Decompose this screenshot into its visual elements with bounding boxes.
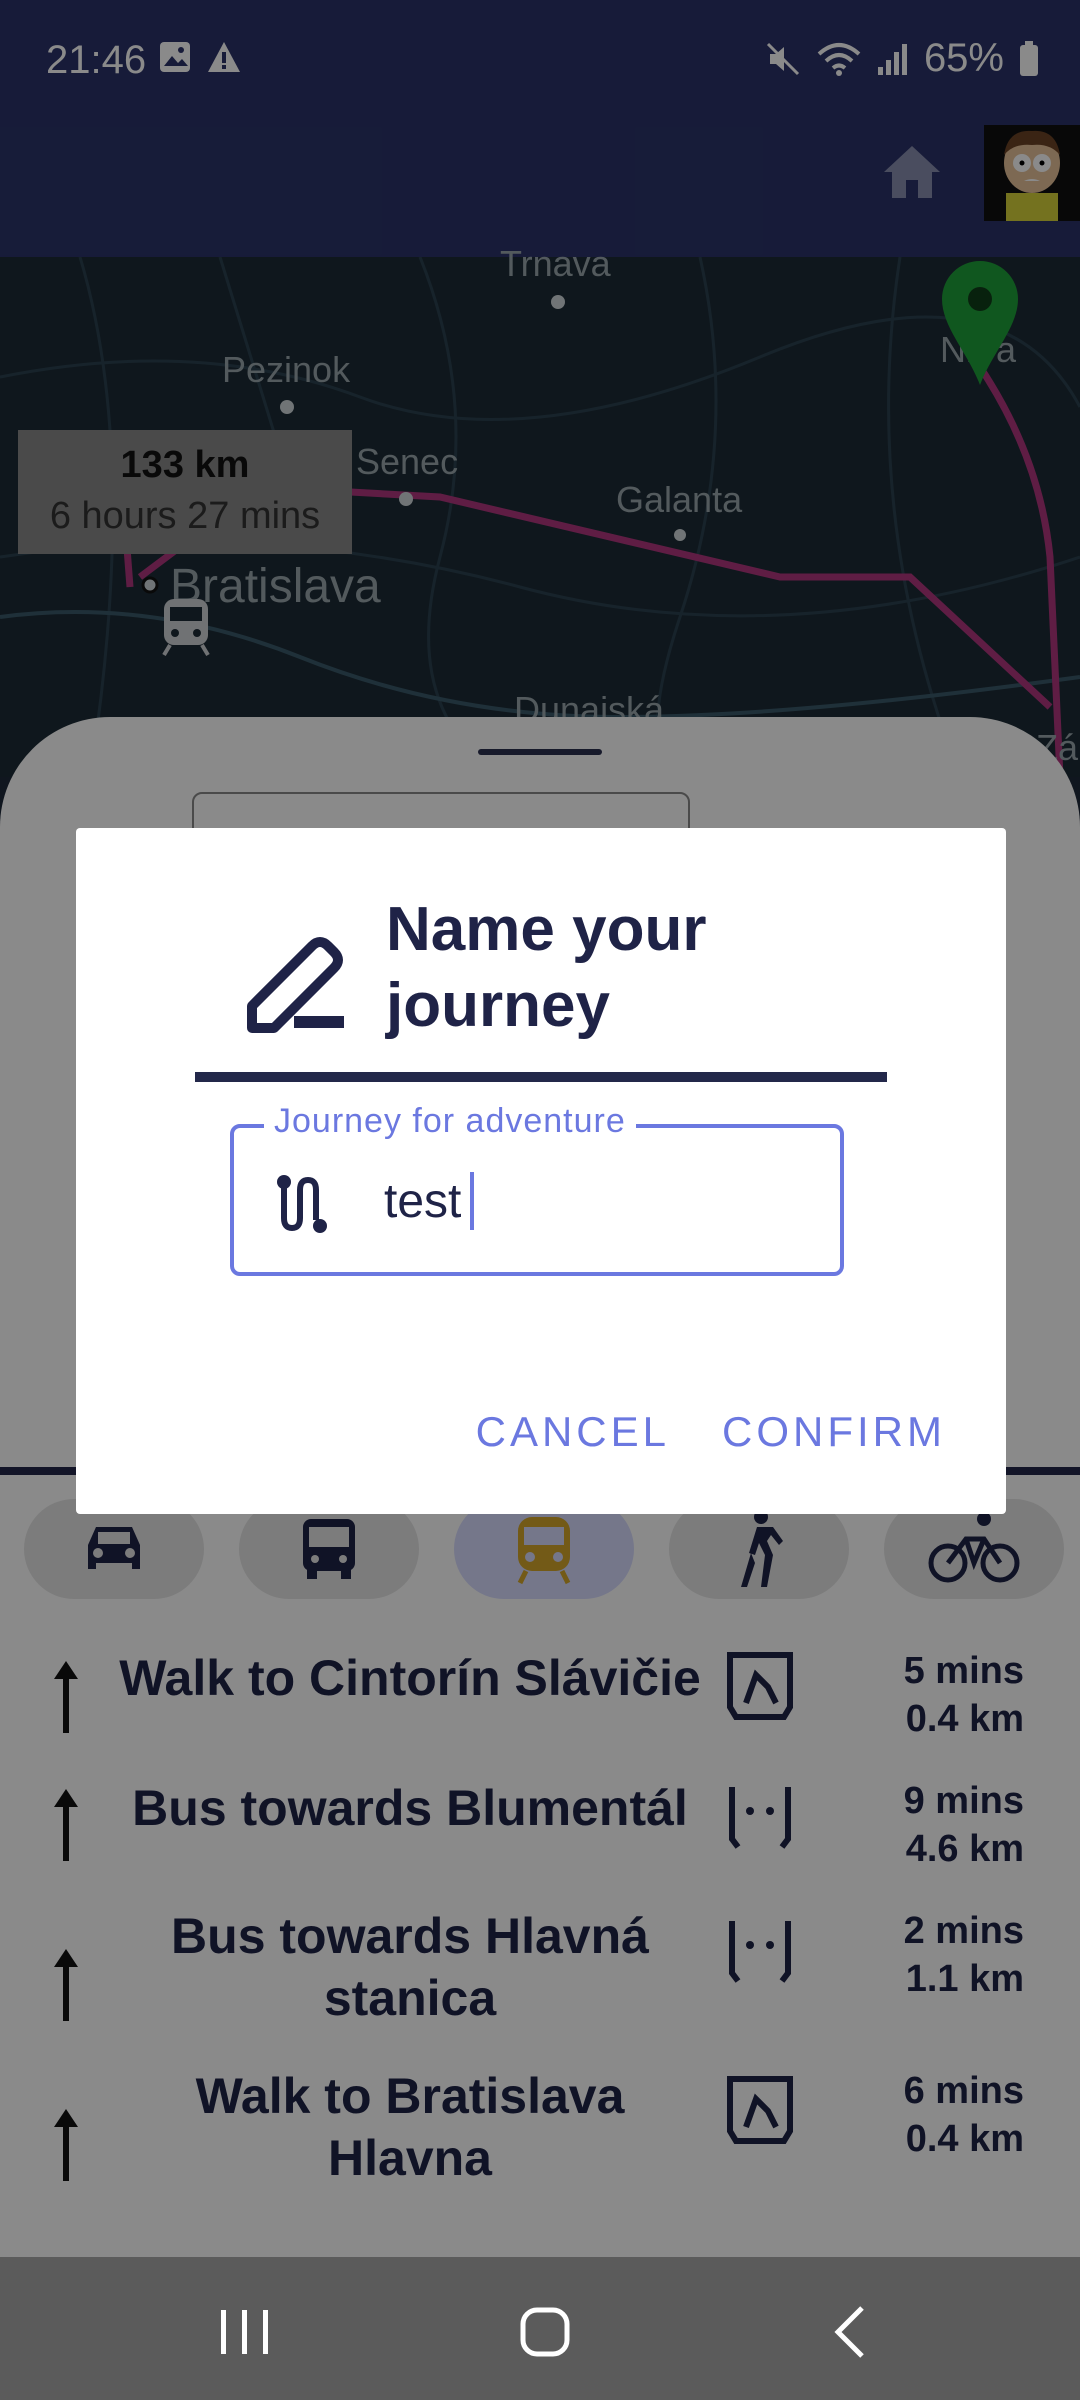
- dialog-divider: [195, 1072, 887, 1082]
- confirm-button[interactable]: CONFIRM: [722, 1408, 946, 1456]
- back-icon: [834, 2306, 864, 2358]
- cancel-button[interactable]: CANCEL: [476, 1408, 670, 1456]
- dialog-title: Name your journey: [386, 895, 707, 1040]
- journey-name-label: Journey for adventure: [264, 1102, 636, 1141]
- name-journey-dialog: Name your journey Journey for adventure …: [76, 828, 1006, 1514]
- journey-name-input[interactable]: [384, 1174, 804, 1229]
- back-button[interactable]: [806, 2287, 896, 2377]
- route-icon: [277, 1175, 327, 1233]
- system-nav-bar: [0, 2257, 1080, 2400]
- edit-pencil-icon: [247, 937, 344, 1033]
- home-nav-button[interactable]: [500, 2287, 590, 2377]
- journey-name-field[interactable]: Journey for adventure: [230, 1102, 844, 1276]
- recents-icon: [221, 2310, 268, 2354]
- text-caret: [470, 1172, 474, 1230]
- home-nav-icon: [520, 2307, 570, 2357]
- recents-button[interactable]: [200, 2287, 290, 2377]
